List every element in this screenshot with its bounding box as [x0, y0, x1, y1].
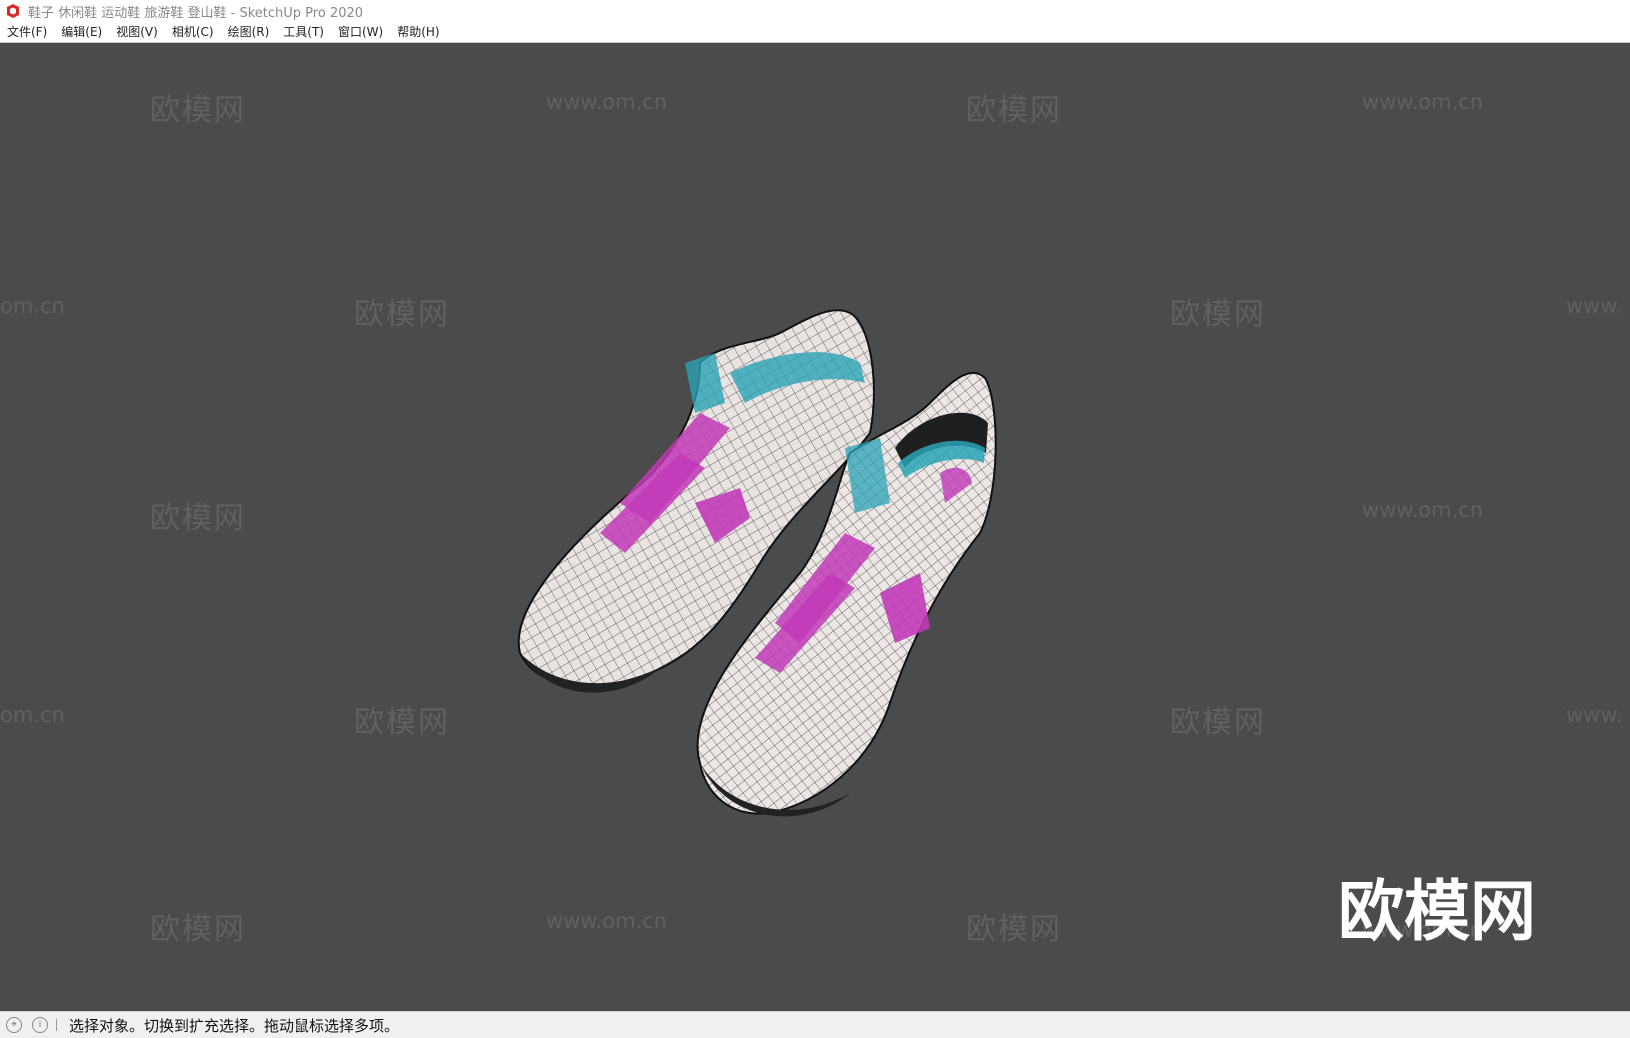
- menu-bar: 文件(F) 编辑(E) 视图(V) 相机(C) 绘图(R) 工具(T) 窗口(W…: [0, 22, 1630, 43]
- watermark-text: 欧模网: [354, 705, 450, 740]
- menu-file[interactable]: 文件(F): [0, 22, 54, 42]
- status-message: 选择对象。切换到扩充选择。拖动鼠标选择多项。: [69, 1016, 400, 1035]
- watermark-text: 欧模网: [966, 93, 1062, 128]
- title-bar: 鞋子 休闲鞋 运动鞋 旅游鞋 登山鞋 - SketchUp Pro 2020: [0, 0, 1630, 22]
- menu-tools[interactable]: 工具(T): [276, 22, 331, 42]
- watermark-text: 欧模网: [354, 297, 450, 332]
- menu-edit[interactable]: 编辑(E): [54, 22, 109, 42]
- menu-draw[interactable]: 绘图(R): [221, 22, 277, 42]
- menu-window[interactable]: 窗口(W): [331, 22, 390, 42]
- watermark-text: 欧模网: [150, 93, 246, 128]
- brand-url: www.om.cn: [1362, 918, 1484, 942]
- watermark-url: www.: [1566, 294, 1623, 318]
- info-icon[interactable]: i: [32, 1017, 48, 1033]
- status-bar: ⌖ i 选择对象。切换到扩充选择。拖动鼠标选择多项。: [0, 1011, 1630, 1038]
- watermark-url: www.om.cn: [1362, 498, 1484, 522]
- menu-view[interactable]: 视图(V): [109, 22, 165, 42]
- shoe-model[interactable]: [500, 263, 1040, 833]
- watermark-text: 欧模网: [150, 912, 246, 947]
- geo-location-icon[interactable]: ⌖: [6, 1017, 22, 1033]
- watermark-text: 欧模网: [966, 912, 1062, 947]
- watermark-url: www.om.cn: [546, 909, 668, 933]
- watermark-url: www.: [1566, 703, 1623, 727]
- watermark-text: 欧模网: [150, 501, 246, 536]
- menu-camera[interactable]: 相机(C): [165, 22, 221, 42]
- watermark-text: 欧模网: [1170, 705, 1266, 740]
- sketchup-icon: [7, 4, 19, 18]
- window-title: 鞋子 休闲鞋 运动鞋 旅游鞋 登山鞋 - SketchUp Pro 2020: [28, 5, 364, 21]
- watermark-text: 欧模网: [1170, 297, 1266, 332]
- 3d-viewport[interactable]: 欧模网 www.om.cn 欧模网 www.om.cn om.cn 欧模网 欧模…: [0, 43, 1630, 1011]
- menu-help[interactable]: 帮助(H): [390, 22, 446, 42]
- watermark-url: om.cn: [0, 294, 65, 318]
- watermark-url: www.om.cn: [1362, 90, 1484, 114]
- watermark-url: om.cn: [0, 703, 65, 727]
- watermark-url: www.om.cn: [546, 90, 668, 114]
- status-divider: [56, 1019, 57, 1031]
